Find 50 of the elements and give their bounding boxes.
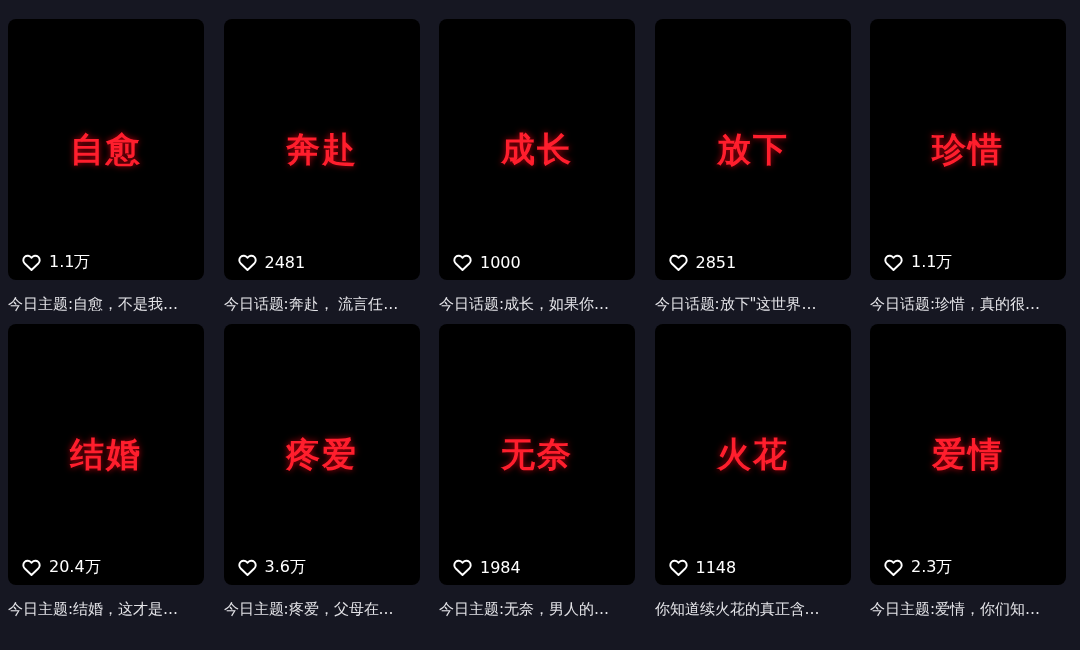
video-cover[interactable]: 无奈 1984 <box>439 324 635 585</box>
cover-title: 自愈 <box>70 132 142 166</box>
cover-title: 爱情 <box>932 437 1004 471</box>
video-caption[interactable]: 今日主题:无奈，男人的… <box>439 599 635 619</box>
video-caption[interactable]: 今日话题:奔赴， 流言任… <box>223 294 420 314</box>
cover-title: 结婚 <box>70 437 142 471</box>
video-cover[interactable]: 珍惜 1.1万 <box>870 19 1066 280</box>
video-cover[interactable]: 自愈 1.1万 <box>8 19 204 280</box>
like-count: 1984 <box>480 558 521 577</box>
cover-title: 珍惜 <box>932 132 1004 166</box>
video-caption[interactable]: 今日话题:成长，如果你… <box>439 294 635 314</box>
video-caption[interactable]: 你知道续火花的真正含… <box>654 599 851 619</box>
like-count: 1148 <box>695 558 737 577</box>
like-count: 1.1万 <box>49 252 91 273</box>
video-caption[interactable]: 今日主题:爱情，你们知… <box>870 599 1066 619</box>
video-cover[interactable]: 成长 1000 <box>439 19 635 280</box>
like-count: 1.1万 <box>911 252 953 273</box>
heart-icon <box>667 557 689 578</box>
video-cover[interactable]: 爱情 2.3万 <box>870 324 1066 585</box>
video-cover[interactable]: 奔赴 2481 <box>223 19 420 280</box>
video-caption[interactable]: 今日主题:疼爱，父母在… <box>223 599 420 619</box>
like-count: 1000 <box>480 253 521 272</box>
video-cover[interactable]: 放下 2851 <box>654 19 851 280</box>
video-cover[interactable]: 火花 1148 <box>654 324 851 585</box>
heart-icon <box>21 557 42 578</box>
cover-title: 疼爱 <box>285 437 358 471</box>
like-count: 2481 <box>264 253 306 272</box>
like-count: 3.6万 <box>264 557 306 578</box>
video-cover[interactable]: 结婚 20.4万 <box>8 324 204 585</box>
like-count: 2851 <box>695 253 737 272</box>
video-caption[interactable]: 今日话题:放下"这世界… <box>654 294 851 314</box>
cover-title: 奔赴 <box>285 132 358 166</box>
heart-icon <box>452 557 473 578</box>
cover-title: 放下 <box>716 132 789 166</box>
heart-icon <box>236 557 258 578</box>
cover-title: 火花 <box>716 437 789 471</box>
like-count: 20.4万 <box>49 557 101 578</box>
cover-title: 无奈 <box>501 437 573 471</box>
cover-title: 成长 <box>501 132 573 166</box>
heart-icon <box>883 557 904 578</box>
heart-icon <box>236 252 258 273</box>
video-caption[interactable]: 今日主题:自愈，不是我… <box>8 294 204 314</box>
heart-icon <box>667 252 689 273</box>
video-caption[interactable]: 今日话题:珍惜，真的很… <box>870 294 1066 314</box>
heart-icon <box>452 252 473 273</box>
video-cover[interactable]: 疼爱 3.6万 <box>223 324 420 585</box>
heart-icon <box>883 252 904 273</box>
like-count: 2.3万 <box>911 557 953 578</box>
heart-icon <box>21 252 42 273</box>
video-caption[interactable]: 今日主题:结婚，这才是… <box>8 599 204 619</box>
